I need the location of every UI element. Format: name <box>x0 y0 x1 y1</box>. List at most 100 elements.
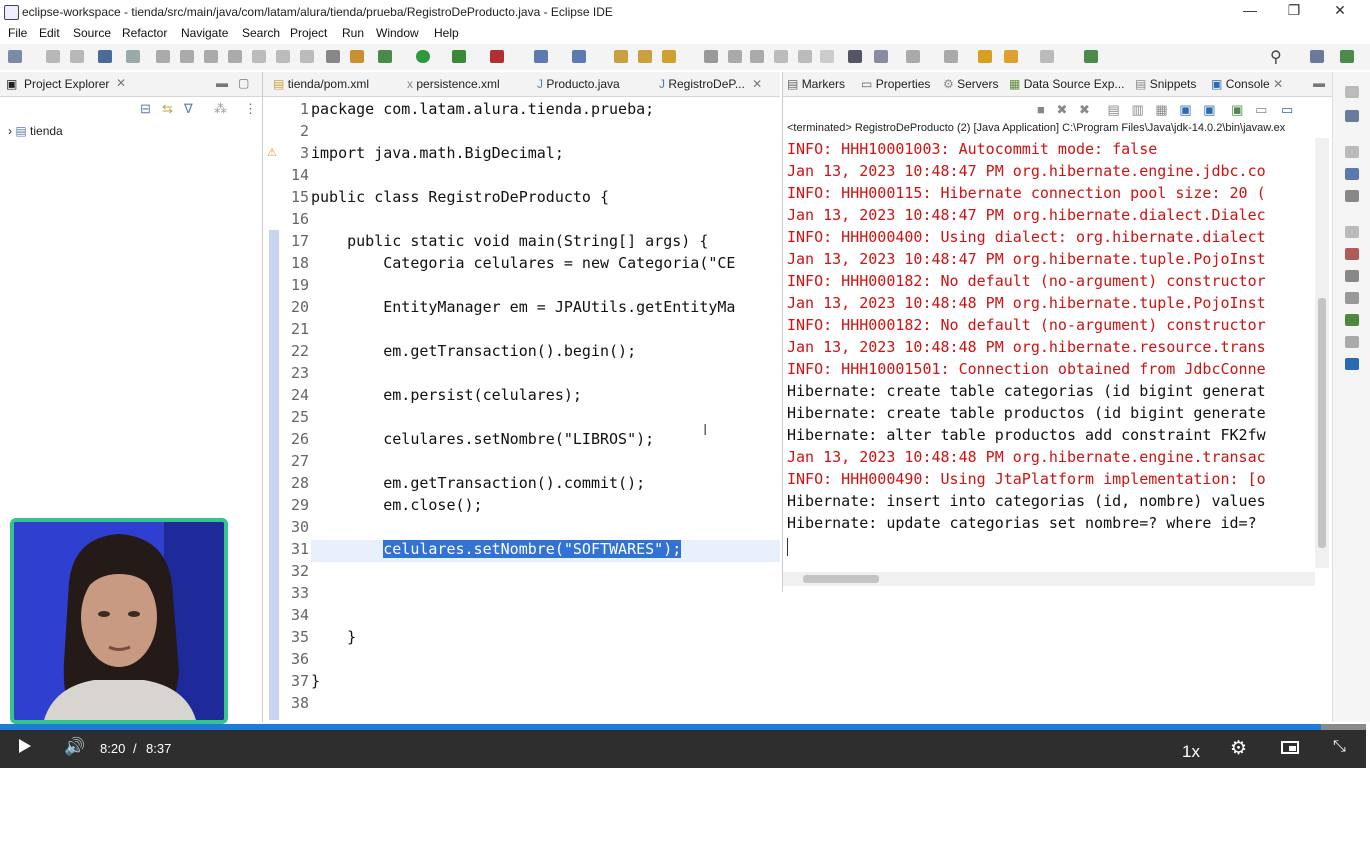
console-output[interactable]: INFO: HHH10001003: Autocommit mode: fals… <box>783 138 1315 568</box>
filter-icon[interactable]: ∇ <box>184 101 193 117</box>
play-icon[interactable] <box>19 739 31 753</box>
menu-source[interactable]: Source <box>73 26 111 40</box>
expand-arrow-icon[interactable]: › <box>8 124 12 138</box>
problems-icon[interactable] <box>1345 248 1359 260</box>
menu-search[interactable]: Search <box>242 26 280 40</box>
terminate-icon[interactable] <box>204 50 218 63</box>
editor-tab-pom[interactable]: ▤ tienda/pom.xml <box>273 77 369 91</box>
display-console-icon[interactable]: ▭ <box>1255 102 1267 117</box>
step-over-icon[interactable] <box>276 50 290 63</box>
tab-project-explorer[interactable]: Project Explorer <box>24 77 109 91</box>
close-button[interactable]: ✕ <box>1328 2 1352 19</box>
menu-navigate[interactable]: Navigate <box>181 26 228 40</box>
servers-icon[interactable] <box>1345 292 1359 304</box>
new-icon[interactable] <box>8 50 22 63</box>
link-editor-icon[interactable]: ⇆ <box>162 101 173 117</box>
step-into-icon[interactable] <box>252 50 266 63</box>
word-wrap-icon[interactable] <box>774 50 788 63</box>
code-line[interactable]: em.persist(celulares); <box>311 386 582 404</box>
search-icon[interactable]: ⚲ <box>1270 47 1282 67</box>
task-list-icon[interactable] <box>1345 190 1359 202</box>
forward-icon[interactable] <box>1040 50 1054 63</box>
tree-item-tienda[interactable]: › ▤ tienda <box>8 124 63 138</box>
step-return-icon[interactable] <box>300 50 314 63</box>
word-wrap-icon[interactable]: ▦ <box>1155 102 1167 117</box>
menu-project[interactable]: Project <box>290 26 327 40</box>
restore-icon[interactable] <box>1345 226 1359 238</box>
playback-speed-button[interactable]: 1x <box>1182 742 1200 762</box>
save-icon[interactable] <box>46 50 60 63</box>
code-line-selected[interactable]: celulares.setNombre("SOFTWARES"); <box>311 540 682 558</box>
next-annotation-icon[interactable] <box>906 50 920 63</box>
wrench-icon[interactable] <box>874 50 888 63</box>
globe-icon[interactable] <box>848 50 862 63</box>
hierarchy-icon[interactable] <box>1345 168 1359 180</box>
minimize-view-icon[interactable]: ▬ <box>216 76 228 90</box>
last-edit-icon[interactable] <box>978 50 992 63</box>
menu-window[interactable]: Window <box>376 26 419 40</box>
open-type-icon[interactable] <box>614 50 628 63</box>
close-tab-icon[interactable]: ✕ <box>752 77 762 91</box>
maximize-view-icon[interactable]: ▢ <box>238 76 249 90</box>
open-task-icon[interactable] <box>638 50 652 63</box>
code-line[interactable]: package com.latam.alura.tienda.prueba; <box>311 100 654 118</box>
restore-button[interactable]: ❐ <box>1282 2 1306 19</box>
settings-gear-icon[interactable]: ⚙ <box>1230 737 1247 760</box>
tab-servers[interactable]: ⚙ Servers <box>943 77 998 91</box>
minimize-button[interactable]: — <box>1238 2 1262 18</box>
pin-console-icon[interactable]: ▣ <box>1231 102 1243 117</box>
open-console-icon[interactable]: ▭ <box>1281 102 1293 117</box>
java-perspective-icon[interactable] <box>1340 50 1354 63</box>
tab-snippets[interactable]: ▤ Snippets <box>1135 77 1196 91</box>
volume-icon[interactable]: 🔊 <box>64 737 85 757</box>
tab-properties[interactable]: ▭ Properties <box>861 77 930 91</box>
terminal-icon[interactable] <box>98 50 112 63</box>
properties-icon[interactable] <box>1345 270 1359 282</box>
menu-file[interactable]: File <box>8 26 27 40</box>
pilcrow-icon[interactable] <box>820 50 834 63</box>
miniplayer-icon[interactable] <box>1281 741 1299 754</box>
editor-tab-persistence[interactable]: x persistence.xml <box>407 77 500 91</box>
tab-data-source-explorer[interactable]: ▦ Data Source Exp... <box>1009 77 1124 91</box>
code-line[interactable]: celulares.setNombre("LIBROS"); <box>311 430 654 448</box>
terminate-icon[interactable]: ■ <box>1037 102 1045 117</box>
focus-icon[interactable]: ⁂ <box>214 101 227 117</box>
use-step-filters-icon[interactable] <box>326 50 340 63</box>
vertical-scroll-thumb[interactable] <box>1318 298 1326 548</box>
exit-fullscreen-icon[interactable]: ⤡ <box>1333 738 1346 756</box>
coverage-icon[interactable] <box>452 50 466 63</box>
editor-tab-registro[interactable]: J RegistroDeP... ✕ <box>659 77 762 91</box>
code-line[interactable]: public class RegistroDeProducto { <box>311 188 609 206</box>
annotation-icon[interactable] <box>704 50 718 63</box>
console-horizontal-scrollbar[interactable] <box>783 572 1315 586</box>
menu-edit[interactable]: Edit <box>39 26 60 40</box>
code-line[interactable]: em.getTransaction().commit(); <box>311 474 645 492</box>
disconnect-icon[interactable] <box>228 50 242 63</box>
block-selection-icon[interactable] <box>750 50 764 63</box>
show-on-stderr-icon[interactable]: ▣ <box>1203 102 1215 117</box>
progress-bar[interactable] <box>0 724 1366 730</box>
close-tab-icon[interactable]: ✕ <box>116 76 126 90</box>
open-perspective-icon[interactable] <box>1310 50 1324 63</box>
console-icon[interactable] <box>1345 358 1359 370</box>
editor-tab-producto[interactable]: J Producto.java <box>537 77 620 91</box>
code-line[interactable]: EntityManager em = JPAUtils.getEntityMa <box>311 298 735 316</box>
view-menu-icon[interactable]: ⋮ <box>244 101 257 117</box>
pin-editor-icon[interactable] <box>1084 50 1098 63</box>
code-line[interactable]: public static void main(String[] args) { <box>311 232 708 250</box>
code-line[interactable]: Categoria celulares = new Categoria("CE <box>311 254 735 272</box>
clear-console-icon[interactable]: ▤ <box>1108 102 1120 117</box>
horizontal-scroll-thumb[interactable] <box>803 575 879 583</box>
collapse-all-icon[interactable]: ⊟ <box>140 101 151 117</box>
scroll-lock-icon[interactable]: ▥ <box>1131 102 1143 117</box>
code-line[interactable]: em.getTransaction().begin(); <box>311 342 636 360</box>
toggle-mark-icon[interactable] <box>728 50 742 63</box>
new-class-icon[interactable] <box>572 50 586 63</box>
tab-markers[interactable]: ▤ Markers <box>787 77 845 91</box>
code-line[interactable]: } <box>311 672 320 690</box>
remove-all-launches-icon[interactable]: ✖ <box>1079 102 1090 117</box>
suspend-icon[interactable] <box>180 50 194 63</box>
close-tab-icon[interactable]: ✕ <box>1273 77 1283 91</box>
search-tool-icon[interactable] <box>662 50 676 63</box>
menu-refactor[interactable]: Refactor <box>122 26 167 40</box>
